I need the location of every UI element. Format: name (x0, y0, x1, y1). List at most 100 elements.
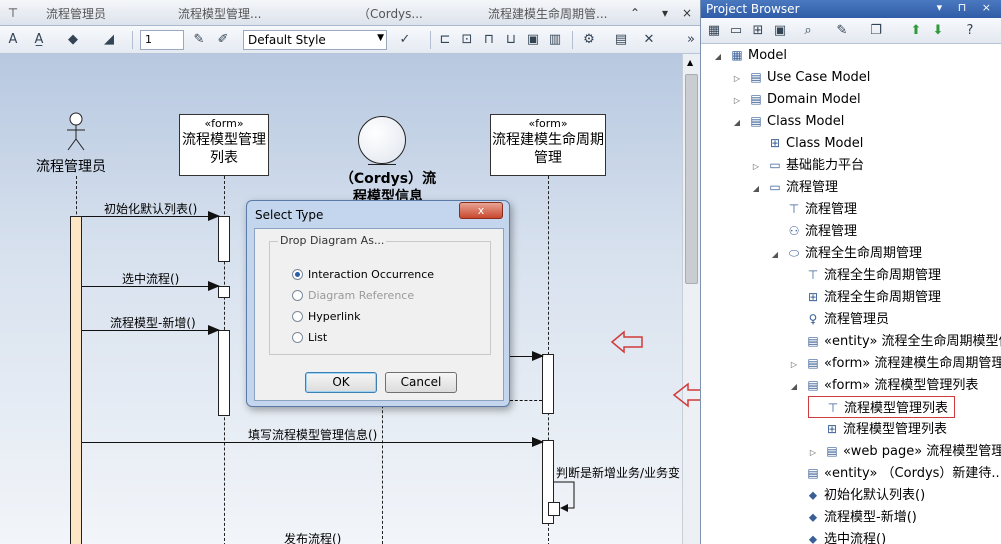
message-label-judge[interactable]: 判断是新增业务/业务变 (556, 464, 680, 481)
tab-form-list[interactable]: 流程模型管理... (178, 5, 261, 22)
lifeline-form-list[interactable]: «form» 流程模型管理列表 (179, 114, 269, 176)
new-element-icon[interactable]: ▣ (771, 22, 789, 40)
pen-icon[interactable]: ✐ (214, 31, 232, 49)
tree-item[interactable]: ▷ ▤ «web page» 流程模型管理... (808, 440, 1001, 462)
tree-item[interactable]: ◢ ▤ «form» 流程模型管理列表 (789, 374, 978, 396)
tree-item[interactable]: ⊤ 流程管理 (770, 198, 857, 220)
message-label-add[interactable]: 流程模型-新增() (110, 314, 196, 331)
move-down-icon[interactable]: ⬇ (929, 22, 947, 40)
style-select[interactable]: Default Style ▼ (243, 30, 387, 50)
same-height-icon[interactable]: ▥ (546, 31, 564, 49)
font-color-icon[interactable]: A̲ (30, 31, 48, 49)
tree-item[interactable]: ⊤ 流程全生命周期管理 (789, 264, 941, 286)
line-color-icon[interactable]: ◢ (100, 31, 118, 49)
font-icon[interactable]: A (4, 31, 22, 49)
self-message-arrow[interactable] (554, 480, 580, 514)
message-add[interactable] (82, 325, 220, 335)
message-select[interactable] (82, 281, 220, 291)
tree-item[interactable]: ▷ ▤ «form» 流程建模生命周期管理 (789, 352, 1001, 374)
expand-toggle-icon[interactable]: ◢ (789, 376, 799, 398)
actor-figure-icon[interactable] (64, 112, 88, 152)
same-size-icon[interactable]: ▣ (524, 31, 542, 49)
tree-item[interactable]: ⬥ 流程模型-新增() (789, 506, 917, 528)
copy-icon[interactable]: ❐ (867, 22, 885, 40)
align-center-icon[interactable]: ⊡ (458, 31, 476, 49)
tree-item[interactable]: ▤ «entity» 流程全生命周期模型信... (789, 330, 1001, 352)
expand-toggle-icon[interactable]: ▷ (808, 442, 818, 464)
tree-item[interactable]: ⊞ 流程全生命周期管理 (789, 286, 941, 308)
message-init[interactable] (82, 211, 220, 221)
form-list-activation-1[interactable] (218, 216, 230, 262)
radio-list[interactable]: List (292, 331, 327, 344)
return-message[interactable] (510, 400, 542, 401)
new-diagram-icon[interactable]: ⊞ (749, 22, 767, 40)
expand-toggle-icon[interactable]: ▷ (732, 90, 742, 112)
tree-item[interactable]: ▷ ▤ Use Case Model (732, 66, 870, 88)
tree-item[interactable]: ⬥ 选中流程() (789, 528, 886, 544)
expand-toggle-icon[interactable]: ▷ (751, 156, 761, 178)
lifecycle-activation-1[interactable] (542, 354, 554, 414)
message-label-fill[interactable]: 填写流程模型管理信息() (248, 426, 377, 443)
message-label-init[interactable]: 初始化默认列表() (104, 200, 197, 217)
properties-icon[interactable]: ▤ (612, 31, 630, 49)
tab-actor[interactable]: 流程管理员 (46, 5, 106, 22)
message-fill[interactable] (82, 437, 544, 447)
dialog-close-button[interactable]: x (459, 202, 503, 219)
message-label-select[interactable]: 选中流程() (122, 270, 179, 287)
expand-toggle-icon[interactable]: ▷ (789, 354, 799, 376)
tree-item[interactable]: ▤ «entity» （Cordys）新建待... (789, 462, 1001, 484)
expand-toggle-icon[interactable]: ◢ (751, 178, 761, 200)
collapse-icon[interactable]: ⌃ (626, 4, 644, 22)
move-up-icon[interactable]: ⬆ (907, 22, 925, 40)
toolbar-overflow-icon[interactable]: » (682, 31, 700, 49)
message-to-lifecycle[interactable] (510, 351, 544, 361)
actor-activation[interactable] (70, 216, 82, 544)
expand-toggle-icon[interactable]: ◢ (732, 112, 742, 134)
tree-item[interactable]: ⬥ 初始化默认列表() (789, 484, 925, 506)
edit-icon[interactable]: ✎ (833, 22, 851, 40)
tree-item[interactable]: ◢ ▭ 流程管理 (751, 176, 838, 198)
cancel-button[interactable]: Cancel (385, 372, 457, 393)
new-package-icon[interactable]: ▭ (727, 22, 745, 40)
lifeline-lifecycle-form[interactable]: «form» 流程建模生命周期管理 (490, 114, 606, 176)
form-list-activation-3[interactable] (218, 330, 230, 416)
tree-item-selected[interactable]: ⊤ 流程模型管理列表 (808, 396, 956, 418)
close-icon[interactable]: × (678, 4, 696, 22)
delete-icon[interactable]: ✕ (640, 31, 658, 49)
tab-cordys[interactable]: （Cordys... (358, 5, 423, 22)
message-label-publish[interactable]: 发布流程() (284, 530, 341, 544)
help-icon[interactable]: ? (961, 22, 979, 40)
line-width-input[interactable]: 1 (140, 30, 184, 50)
ok-button[interactable]: OK (305, 372, 377, 393)
fill-color-icon[interactable]: ◆ (64, 31, 82, 49)
tab-scroll-icon[interactable]: ▾ (656, 4, 674, 22)
tree-item[interactable]: ▷ ▤ Domain Model (732, 88, 861, 110)
browser-header-buttons[interactable]: ▾ ⊓ × (937, 1, 997, 14)
tree-item[interactable]: ♀ 流程管理员 (789, 308, 889, 330)
tab-lifecycle[interactable]: 流程建模生命周期管... (488, 5, 607, 22)
scroll-up-icon[interactable]: ▲ (687, 58, 693, 67)
tree-item[interactable]: ◢ ▦ Model (713, 44, 787, 66)
expand-toggle-icon[interactable]: ◢ (713, 46, 723, 68)
align-top-icon[interactable]: ⊓ (480, 31, 498, 49)
expand-toggle-icon[interactable]: ▷ (732, 68, 742, 90)
align-bottom-icon[interactable]: ⊔ (502, 31, 520, 49)
entity-cordys-icon[interactable] (358, 116, 406, 164)
tree-item[interactable]: ⚇ 流程管理 (770, 220, 857, 242)
new-model-icon[interactable]: ▦ (705, 22, 723, 40)
expand-toggle-icon[interactable]: ◢ (770, 244, 780, 266)
canvas-scrollbar[interactable]: ▲ (682, 54, 700, 544)
tree-item[interactable]: ◢ ▤ Class Model (732, 110, 844, 132)
tree-item[interactable]: ⊞ Class Model (751, 132, 863, 154)
tree-item[interactable]: ◢ ⬭ 流程全生命周期管理 (770, 242, 922, 264)
apply-style-icon[interactable]: ✓ (396, 31, 414, 49)
scroll-thumb[interactable] (685, 74, 698, 284)
align-left-icon[interactable]: ⊏ (436, 31, 454, 49)
find-icon[interactable]: ⌕ (799, 22, 817, 40)
brush-icon[interactable]: ✎ (190, 31, 208, 49)
radio-interaction-occurrence[interactable]: Interaction Occurrence (292, 268, 434, 281)
tree-item[interactable]: ▷ ▭ 基础能力平台 (751, 154, 864, 176)
tree-item[interactable]: ⊞ 流程模型管理列表 (808, 418, 947, 440)
layout-icon[interactable]: ⚙ (580, 31, 598, 49)
radio-hyperlink[interactable]: Hyperlink (292, 310, 361, 323)
